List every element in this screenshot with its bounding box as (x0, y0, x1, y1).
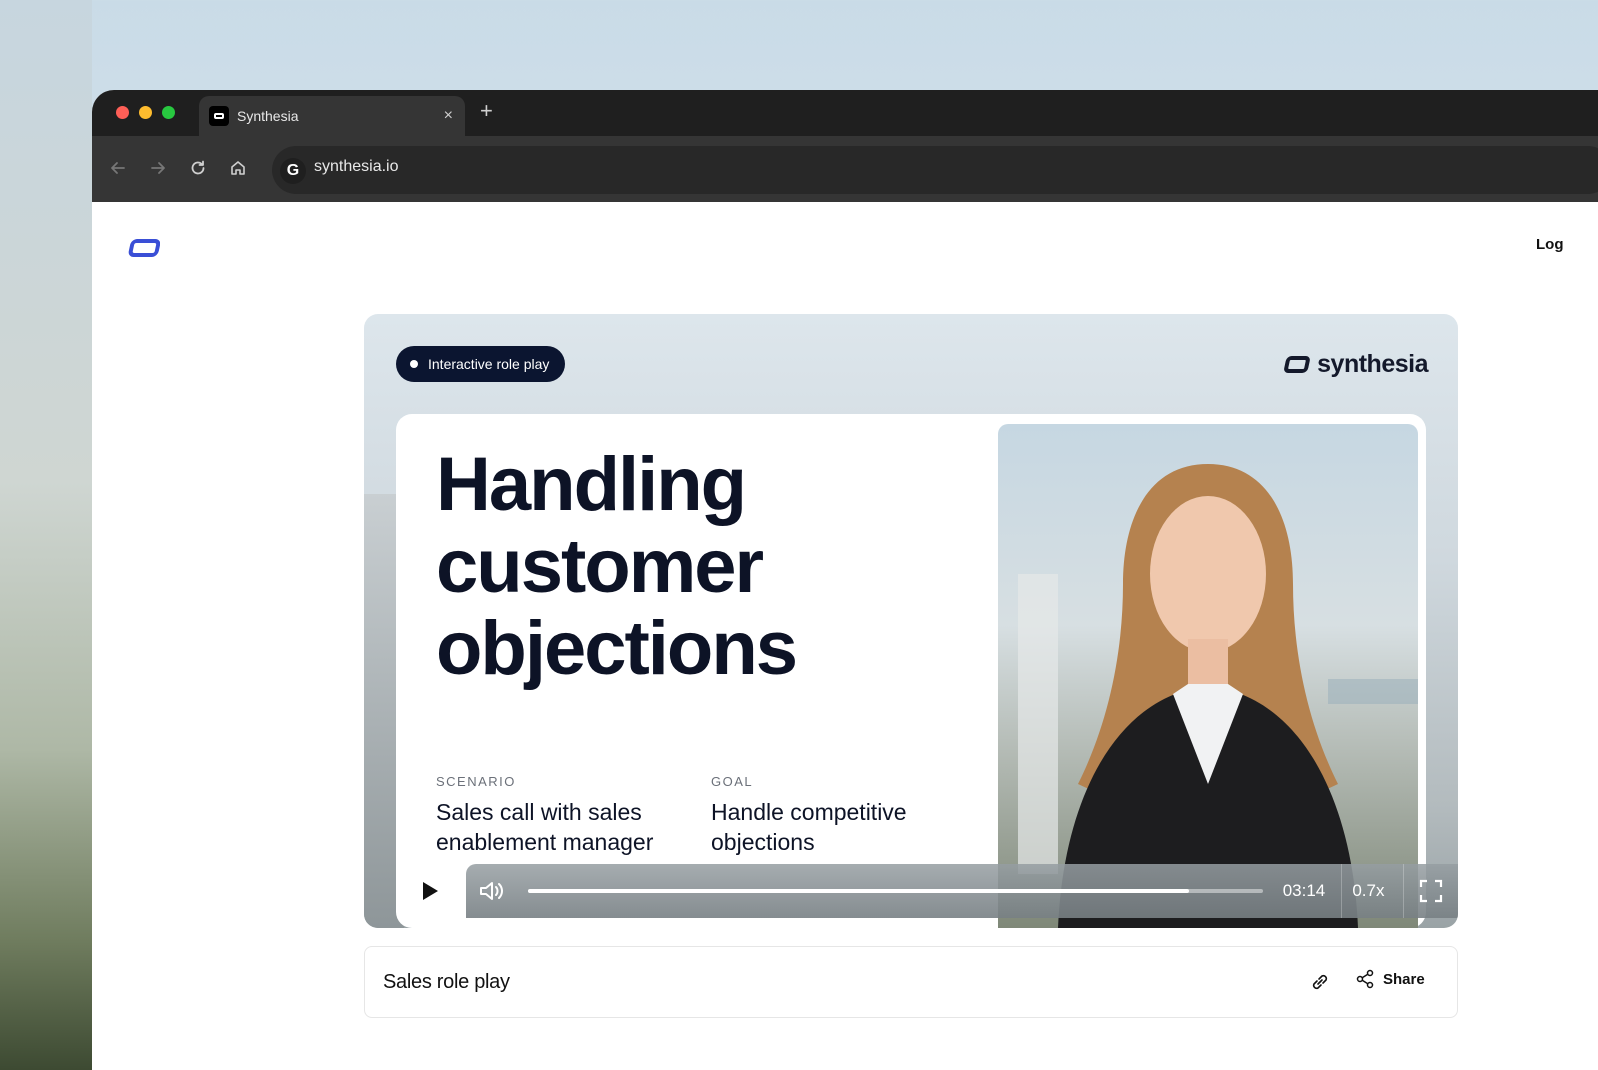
slide-card: Handling customer objections SCENARIO Sa… (396, 414, 1426, 928)
maximize-window-button[interactable] (162, 106, 175, 119)
web-page: Log Interactive role play synthesia Hand… (92, 202, 1598, 1070)
badge-dot-icon (410, 360, 418, 368)
goal-block: GOAL Handle competitive objections (711, 774, 971, 857)
goal-label: GOAL (711, 774, 754, 789)
scenario-block: SCENARIO Sales call with sales enablemen… (436, 774, 696, 857)
tab-bar: Synthesia × + (92, 90, 1598, 136)
google-icon: G (280, 158, 306, 184)
share-icon (1356, 969, 1374, 989)
browser-tab[interactable]: Synthesia × (199, 96, 465, 136)
reload-icon[interactable] (186, 156, 210, 180)
tab-close-icon[interactable]: × (444, 108, 453, 124)
player-controls: 03:14 0.7x (466, 864, 1458, 918)
window-controls (116, 106, 175, 119)
minimize-window-button[interactable] (139, 106, 152, 119)
video-info-bar: Sales role play Share (364, 946, 1458, 1018)
new-tab-button[interactable]: + (480, 99, 493, 123)
url-text[interactable]: synthesia.io (314, 158, 399, 176)
goal-value: Handle competitive objections (711, 799, 907, 855)
time-display: 03:14 (1282, 881, 1326, 900)
presenter-video (998, 424, 1418, 928)
brand-logo: synthesia (1283, 350, 1428, 379)
browser-window: Synthesia × + G synthesia.io Log Interac… (92, 90, 1598, 1070)
progress-bar[interactable] (528, 889, 1263, 893)
forward-icon[interactable] (146, 156, 170, 180)
fullscreen-icon[interactable] (1404, 879, 1458, 903)
tab-title: Synthesia (237, 108, 299, 124)
volume-icon[interactable] (466, 879, 518, 903)
address-bar[interactable]: G synthesia.io (272, 146, 1598, 194)
scenario-label: SCENARIO (436, 774, 516, 789)
scenario-value: Sales call with sales enablement manager (436, 799, 654, 855)
play-icon (423, 882, 438, 900)
progress-fill (528, 889, 1190, 893)
synthesia-logo-icon[interactable] (128, 236, 161, 265)
video-title: Sales role play (383, 971, 510, 993)
playback-speed-button[interactable]: 0.7x (1342, 881, 1394, 901)
brand-wordmark: synthesia (1317, 350, 1428, 378)
badge-label: Interactive role play (428, 356, 550, 372)
home-icon[interactable] (226, 156, 250, 180)
copy-link-icon[interactable] (1309, 971, 1331, 998)
share-button[interactable]: Share (1355, 969, 1425, 989)
synthesia-favicon-icon (209, 106, 229, 126)
synthesia-mark-icon (1284, 355, 1310, 373)
login-link[interactable]: Log (1536, 236, 1564, 253)
play-button[interactable] (402, 864, 458, 918)
role-play-badge: Interactive role play (396, 346, 566, 382)
close-window-button[interactable] (116, 106, 129, 119)
slide-headline: Handling customer objections (436, 442, 798, 691)
share-label: Share (1383, 970, 1425, 988)
back-icon[interactable] (106, 156, 130, 180)
video-player[interactable]: Interactive role play synthesia Handling… (364, 314, 1458, 928)
background-left (0, 0, 92, 1070)
browser-toolbar: G synthesia.io (92, 136, 1598, 202)
